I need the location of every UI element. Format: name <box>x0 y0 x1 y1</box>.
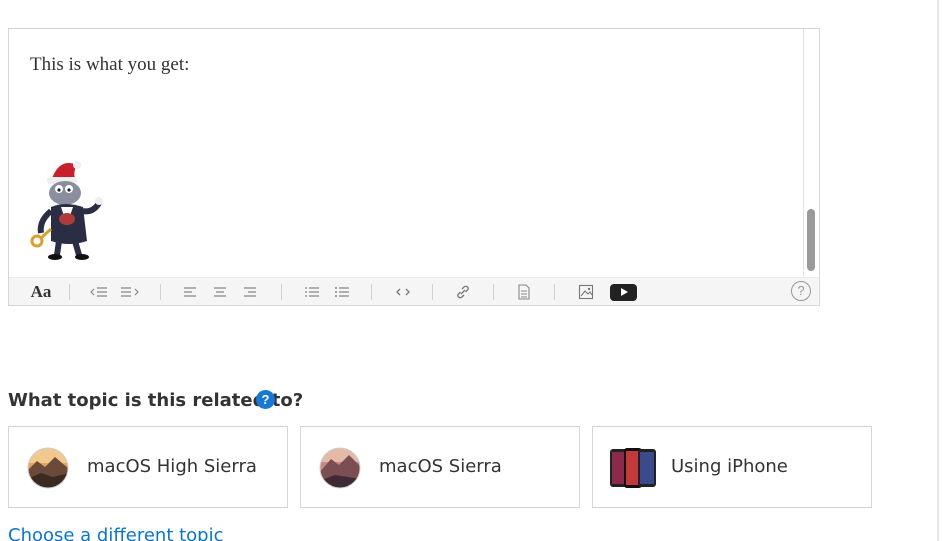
font-style-button[interactable]: Aa <box>29 283 53 301</box>
code-icon[interactable] <box>395 283 411 301</box>
toolbar-separator <box>281 284 282 300</box>
document-icon[interactable] <box>517 283 531 301</box>
align-right-icon[interactable] <box>243 283 257 301</box>
bullet-list-icon[interactable] <box>334 283 350 301</box>
toolbar-separator <box>69 284 70 300</box>
topic-card-macos-high-sierra[interactable]: macOS High Sierra <box>8 426 288 508</box>
indent-icon[interactable] <box>119 283 141 301</box>
reply-editor[interactable]: This is what you get: Aa ? <box>8 28 820 306</box>
toolbar-separator <box>160 284 161 300</box>
editor-body-text: This is what you get: <box>30 54 190 75</box>
toolbar-separator <box>432 284 433 300</box>
toolbar-separator <box>493 284 494 300</box>
toolbar-separator <box>371 284 372 300</box>
topic-card-label: macOS High Sierra <box>87 456 257 477</box>
help-icon[interactable]: ? <box>791 281 811 301</box>
image-icon[interactable] <box>578 283 594 301</box>
macos-high-sierra-icon <box>27 447 69 489</box>
mascot-image <box>30 161 103 260</box>
macos-sierra-icon <box>319 447 361 489</box>
topic-card-using-iphone[interactable]: Using iPhone <box>592 426 872 508</box>
editor-content[interactable]: This is what you get: <box>9 29 803 277</box>
toolbar-separator <box>554 284 555 300</box>
editor-toolbar: Aa ? <box>9 277 819 305</box>
outdent-icon[interactable] <box>89 283 109 301</box>
page: This is what you get: Aa ? What topic is… <box>0 0 942 541</box>
topic-card-label: macOS Sierra <box>379 456 502 477</box>
editor-scroll-thumb[interactable] <box>807 209 815 271</box>
topic-card-label: Using iPhone <box>671 456 788 477</box>
video-icon[interactable] <box>610 284 637 301</box>
editor-scrollbar[interactable] <box>803 29 819 277</box>
numbered-list-icon[interactable] <box>304 283 320 301</box>
align-center-icon[interactable] <box>213 283 227 301</box>
align-left-icon[interactable] <box>183 283 197 301</box>
choose-different-topic-link[interactable]: Choose a different topic <box>8 525 224 541</box>
link-icon[interactable] <box>455 283 471 301</box>
right-divider <box>937 0 939 541</box>
topic-help-icon[interactable]: ? <box>256 390 275 409</box>
topic-card-macos-sierra[interactable]: macOS Sierra <box>300 426 580 508</box>
iphone-icon <box>610 448 656 488</box>
